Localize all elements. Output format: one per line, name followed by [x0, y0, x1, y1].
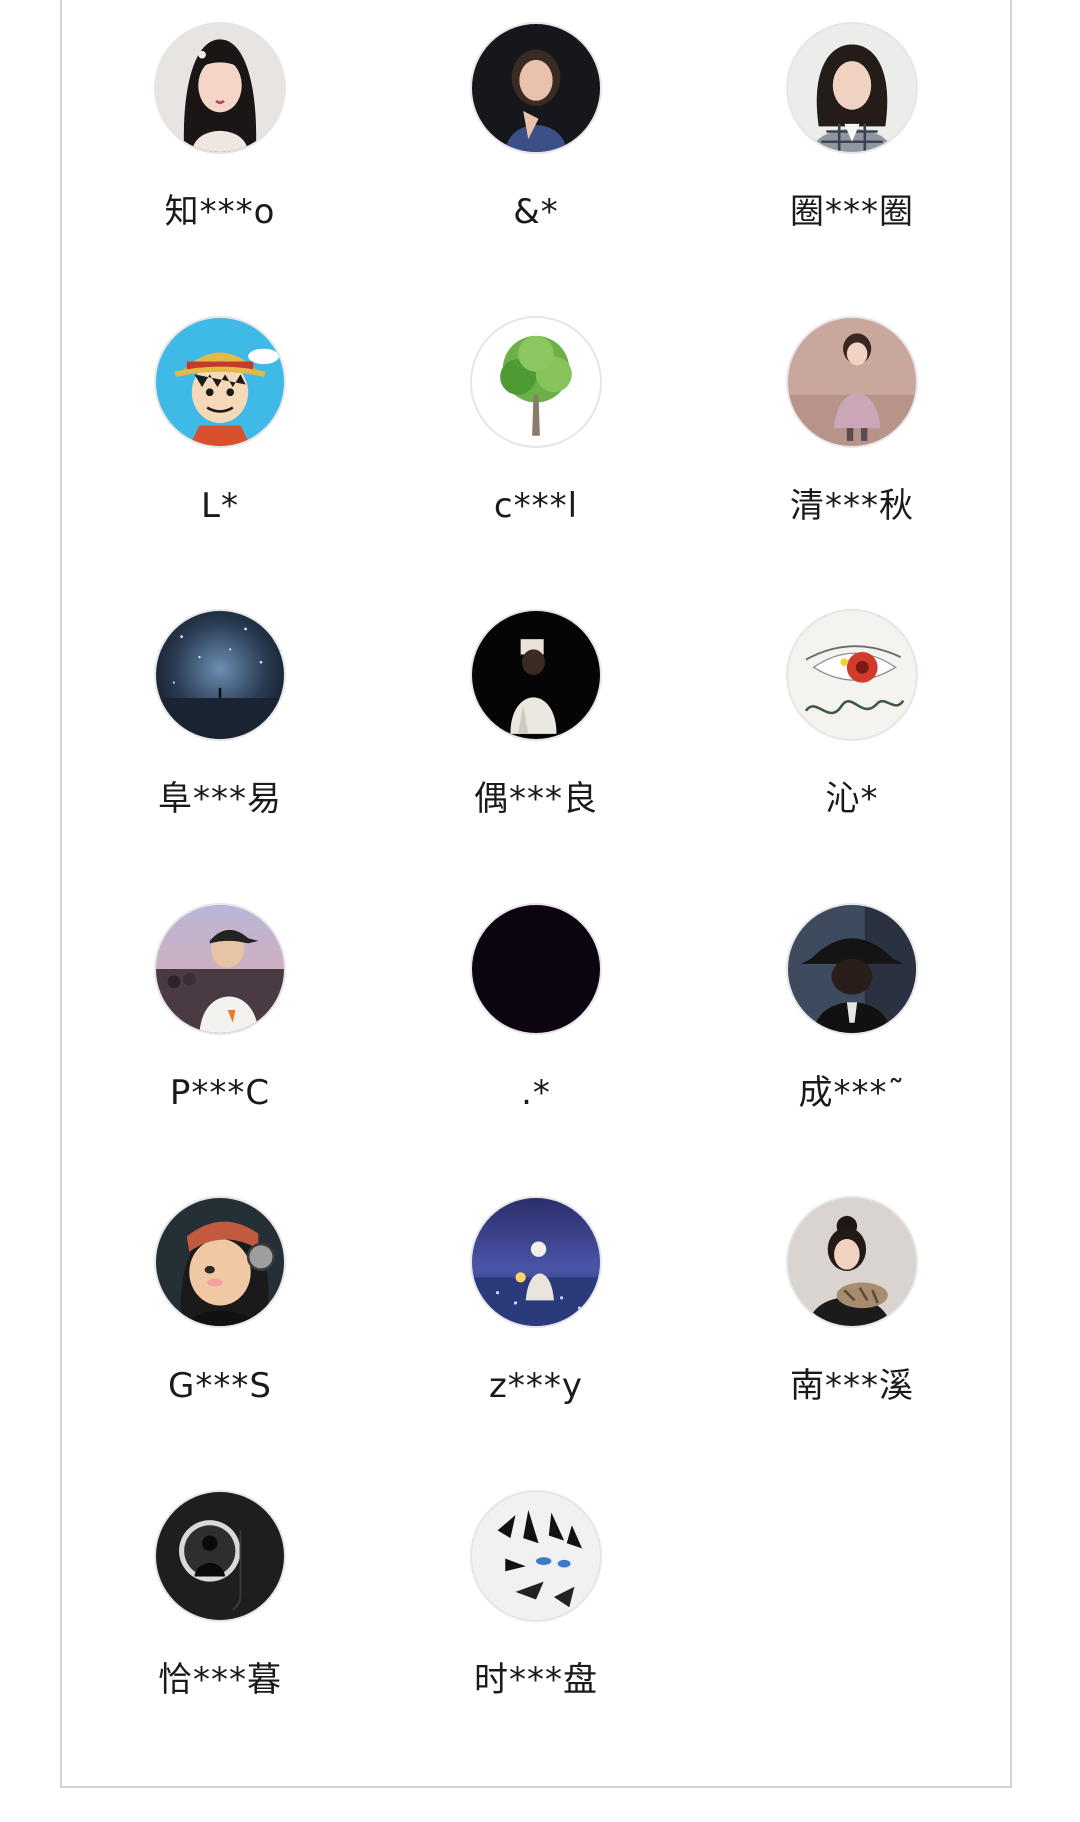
- user-list-panel: 知***o &* 圈***圈 L* c***l 清***秋 阜***易 偶***…: [60, 0, 1012, 1788]
- user-card[interactable]: 知***o: [62, 22, 378, 316]
- user-card[interactable]: G***S: [62, 1196, 378, 1490]
- anime-figure-night-field-icon: [472, 1198, 600, 1327]
- boy-with-cap-crowd-icon: [156, 904, 284, 1033]
- avatar[interactable]: [470, 902, 602, 1035]
- portrait-girl-dark-background-icon: [472, 24, 600, 152]
- green-tree-icon: [472, 317, 600, 446]
- eye-sketch-flag-icon: [788, 611, 916, 740]
- avatar[interactable]: [786, 609, 918, 742]
- little-girl-pink-coat-icon: [788, 317, 916, 446]
- silhouette-keyhole-dark-icon: [156, 1491, 284, 1620]
- user-card[interactable]: P***C: [62, 902, 378, 1197]
- user-card[interactable]: 圈***圈: [694, 22, 1010, 316]
- user-card[interactable]: 南***溪: [694, 1196, 1010, 1490]
- avatar[interactable]: [154, 1196, 286, 1329]
- anime-sketch-black-white-icon: [472, 1491, 600, 1620]
- user-name: .*: [521, 1072, 551, 1113]
- user-name: c***l: [493, 485, 579, 526]
- avatar[interactable]: [470, 609, 602, 742]
- user-name: 偶***良: [474, 779, 598, 820]
- avatar[interactable]: [470, 315, 602, 448]
- user-card[interactable]: &*: [378, 22, 694, 316]
- user-name: 恰***暮: [158, 1659, 282, 1700]
- solid-black-icon: [472, 904, 600, 1033]
- avatar[interactable]: [786, 315, 918, 448]
- user-card[interactable]: 成***˜: [694, 902, 1010, 1197]
- starry-sky-silhouette-icon: [156, 611, 284, 740]
- user-card[interactable]: 清***秋: [694, 315, 1010, 610]
- portrait-girl-hair-accessory-icon: [156, 24, 284, 152]
- user-card[interactable]: c***l: [378, 315, 694, 610]
- user-name: G***S: [168, 1366, 272, 1407]
- user-card[interactable]: 阜***易: [62, 609, 378, 903]
- avatar[interactable]: [470, 1489, 602, 1622]
- user-grid: 知***o &* 圈***圈 L* c***l 清***秋 阜***易 偶***…: [62, 22, 1010, 1784]
- user-name: 时***盘: [474, 1659, 598, 1700]
- avatar[interactable]: [154, 902, 286, 1035]
- user-card[interactable]: z***y: [378, 1196, 694, 1490]
- girl-dark-background-white-outfit-icon: [472, 611, 600, 740]
- user-name: 成***˜: [798, 1072, 906, 1113]
- user-name: 南***溪: [790, 1366, 914, 1407]
- user-name: L*: [201, 485, 239, 526]
- user-card[interactable]: 偶***良: [378, 609, 694, 903]
- user-card[interactable]: L*: [62, 315, 378, 610]
- avatar[interactable]: [786, 22, 918, 154]
- avatar[interactable]: [470, 1196, 602, 1329]
- avatar[interactable]: [154, 1489, 286, 1622]
- user-name: P***C: [169, 1072, 271, 1113]
- avatar[interactable]: [470, 22, 602, 154]
- user-name: &*: [513, 192, 559, 232]
- user-card[interactable]: 时***盘: [378, 1489, 694, 1784]
- user-name: 知***o: [164, 192, 276, 232]
- anime-boy-goggles-icon: [156, 1198, 284, 1327]
- avatar[interactable]: [154, 609, 286, 742]
- user-name: 清***秋: [790, 485, 914, 526]
- avatar[interactable]: [154, 22, 286, 154]
- girl-holding-cat-icon: [788, 1198, 916, 1327]
- user-card[interactable]: 沁*: [694, 609, 1010, 903]
- user-name: 阜***易: [158, 779, 282, 820]
- user-name: 沁*: [825, 779, 879, 820]
- user-card[interactable]: 恰***暮: [62, 1489, 378, 1784]
- user-name: 圈***圈: [790, 192, 914, 232]
- portrait-girl-plaid-shirt-icon: [788, 24, 916, 152]
- avatar[interactable]: [786, 902, 918, 1035]
- person-black-hat-icon: [788, 904, 916, 1033]
- avatar[interactable]: [154, 315, 286, 448]
- cartoon-straw-hat-boy-icon: [156, 317, 284, 446]
- user-name: z***y: [489, 1366, 583, 1407]
- user-card[interactable]: .*: [378, 902, 694, 1197]
- avatar[interactable]: [786, 1196, 918, 1329]
